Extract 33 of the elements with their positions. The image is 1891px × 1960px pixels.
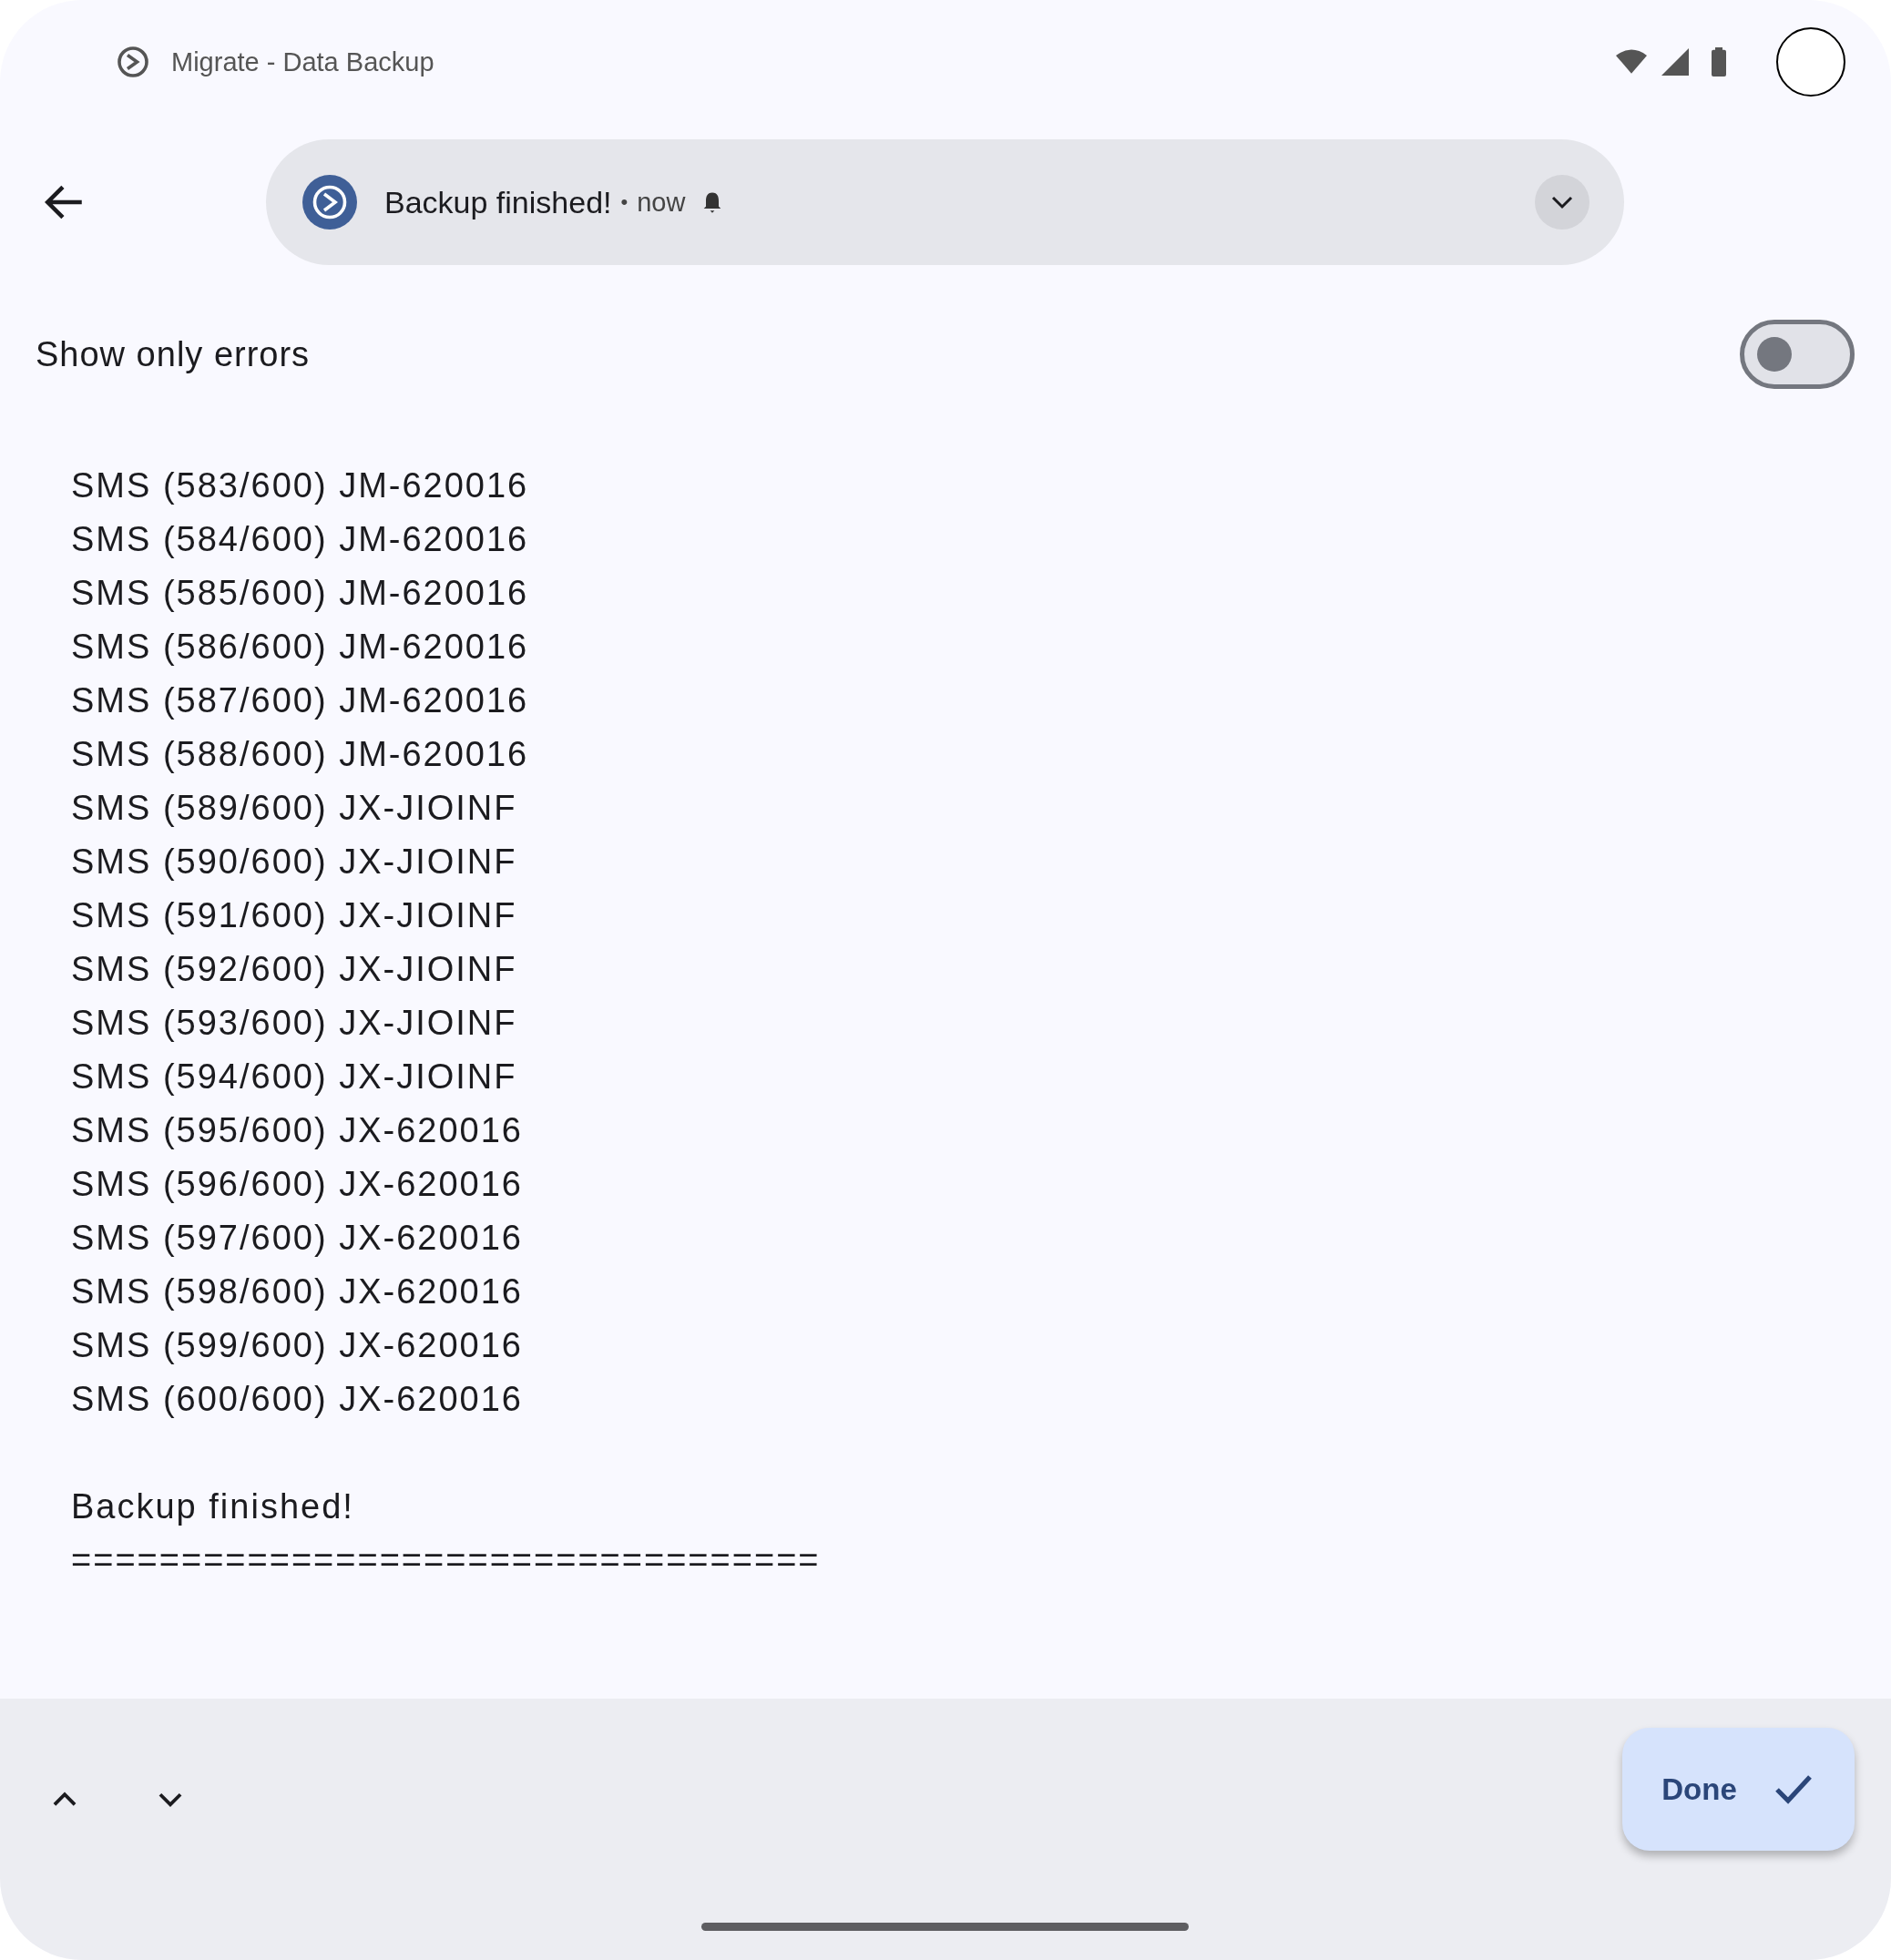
log-line: SMS (587/600) JM-620016 [71,680,529,721]
log-line: SMS (598/600) JX-620016 [71,1271,523,1312]
log-line: SMS (588/600) JM-620016 [71,734,529,775]
log-line: SMS (583/600) JM-620016 [71,465,529,506]
log-line: SMS (585/600) JM-620016 [71,573,529,614]
divider-text: ================================== [71,1540,821,1581]
notification-time: now [637,187,686,218]
status-title: Migrate - Data Backup [171,46,434,77]
log-line: Backup finished! [71,1486,354,1527]
done-button[interactable]: Done [1622,1728,1855,1851]
log-line: SMS (595/600) JX-620016 [71,1110,523,1151]
battery-icon [1711,47,1727,77]
notification-title: Backup finished! [384,184,612,220]
log-line: SMS (597/600) JX-620016 [71,1218,523,1259]
log-line: SMS (589/600) JX-JIOINF [71,788,517,829]
toggle-label: Show only errors [36,334,311,374]
log-line: SMS (586/600) JM-620016 [71,627,529,668]
expand-chevron-icon[interactable] [1535,175,1589,230]
app-logo-icon [117,46,149,78]
log-line: SMS (590/600) JX-JIOINF [71,842,517,883]
wifi-icon [1616,48,1647,76]
log-line: SMS (592/600) JX-JIOINF [71,949,517,990]
app-logo-icon [302,175,357,230]
notification-pill[interactable]: Backup finished! • now [266,139,1624,265]
log-line: SMS (584/600) JM-620016 [71,519,529,560]
signal-icon [1660,48,1691,76]
separator-dot: • [620,190,629,214]
log-line: SMS (594/600) JX-JIOINF [71,1057,517,1097]
log-line: SMS (591/600) JX-JIOINF [71,895,517,936]
log-line: SMS (599/600) JX-620016 [71,1325,523,1366]
log-line: SMS (593/600) JX-JIOINF [71,1003,517,1044]
log-line: SMS (596/600) JX-620016 [71,1164,523,1205]
log-line: SMS (600/600) JX-620016 [71,1379,523,1420]
